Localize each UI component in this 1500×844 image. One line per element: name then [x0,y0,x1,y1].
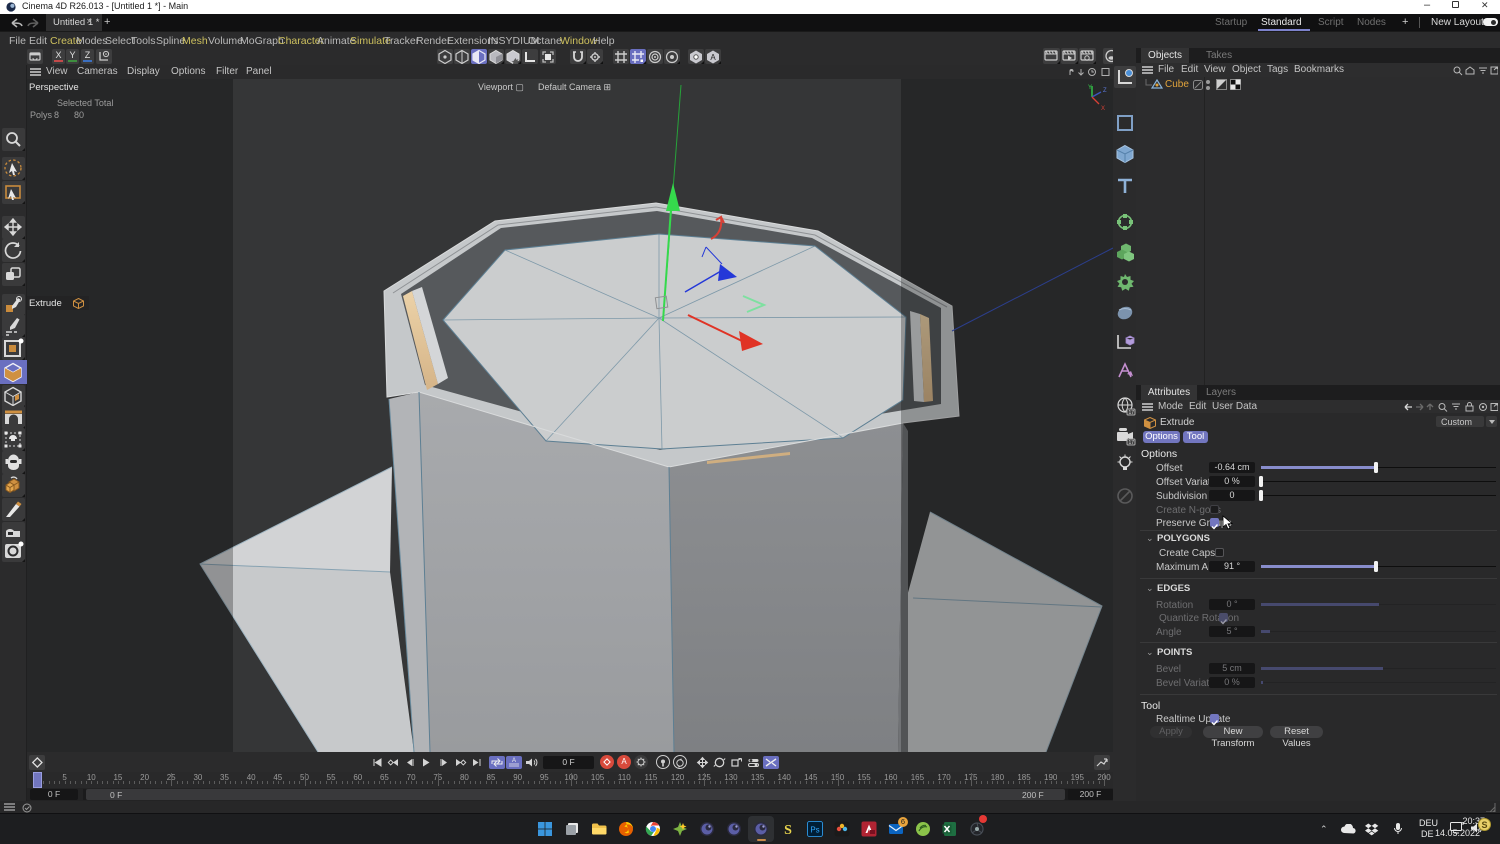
svg-text:A: A [512,758,516,764]
svg-text:17: 17 [1129,440,1135,446]
svg-text:X: X [1101,106,1105,112]
svg-text:A: A [710,53,716,62]
svg-text:S: S [784,823,792,837]
svg-text:17: 17 [1129,410,1135,416]
svg-text:Z: Z [1103,88,1107,94]
svg-text:Ps: Ps [810,826,819,835]
svg-text:Y: Y [1088,85,1092,91]
